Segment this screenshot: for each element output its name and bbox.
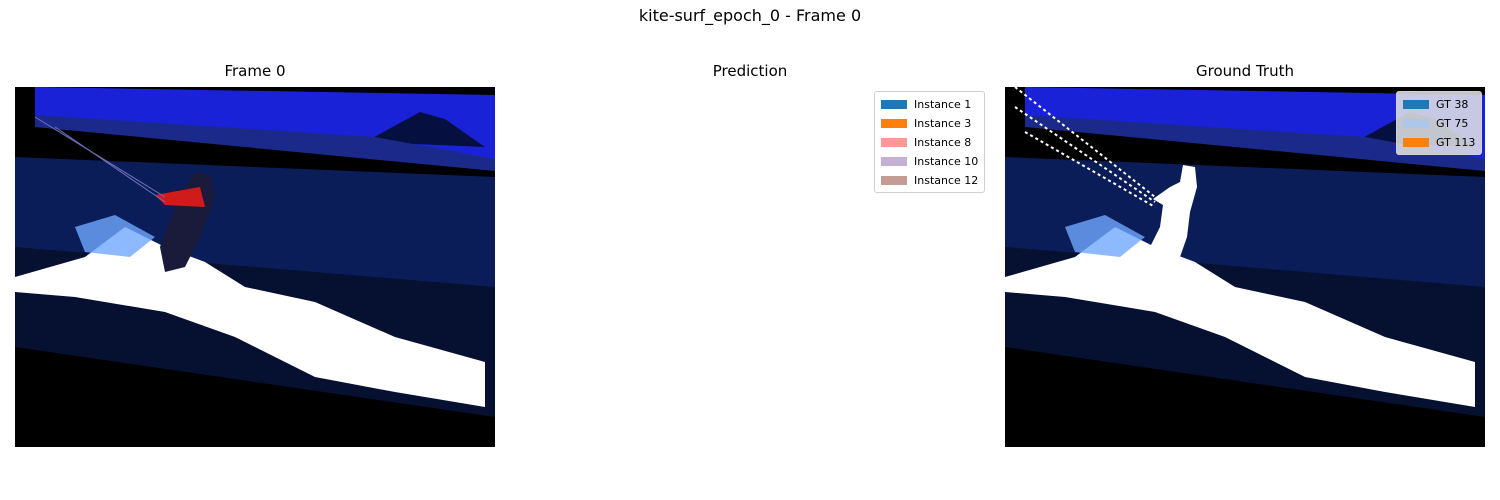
legend-swatch [1403,119,1429,128]
legend-label: Instance 12 [914,174,979,187]
legend-item: GT 75 [1403,114,1475,133]
legend-label: GT 38 [1436,98,1469,111]
legend-swatch [881,157,907,166]
legend-swatch [881,176,907,185]
legend-swatch [1403,138,1429,147]
ground-truth-legend: GT 38 GT 75 GT 113 [1396,91,1483,155]
legend-label: Instance 8 [914,136,972,149]
legend-label: Instance 1 [914,98,972,111]
figure-title: kite-surf_epoch_0 - Frame 0 [638,6,862,25]
legend-label: Instance 10 [914,155,979,168]
prediction-legend: Instance 1 Instance 3 Instance 8 Instanc… [874,91,986,193]
legend-label: GT 113 [1436,136,1476,149]
legend-item: Instance 10 [881,152,978,171]
frame-image [15,87,495,447]
prediction-panel-title: Prediction [712,62,788,80]
legend-swatch [881,119,907,128]
legend-label: GT 75 [1436,117,1469,130]
legend-item: Instance 12 [881,171,978,190]
legend-item: Instance 3 [881,114,978,133]
legend-item: GT 113 [1403,133,1475,152]
legend-swatch [881,100,907,109]
legend-item: GT 38 [1403,95,1475,114]
frame-panel-title: Frame 0 [224,62,286,80]
legend-label: Instance 3 [914,117,972,130]
legend-item: Instance 1 [881,95,978,114]
ground-truth-panel-title: Ground Truth [1196,62,1294,80]
legend-swatch [1403,100,1429,109]
legend-item: Instance 8 [881,133,978,152]
legend-swatch [881,138,907,147]
